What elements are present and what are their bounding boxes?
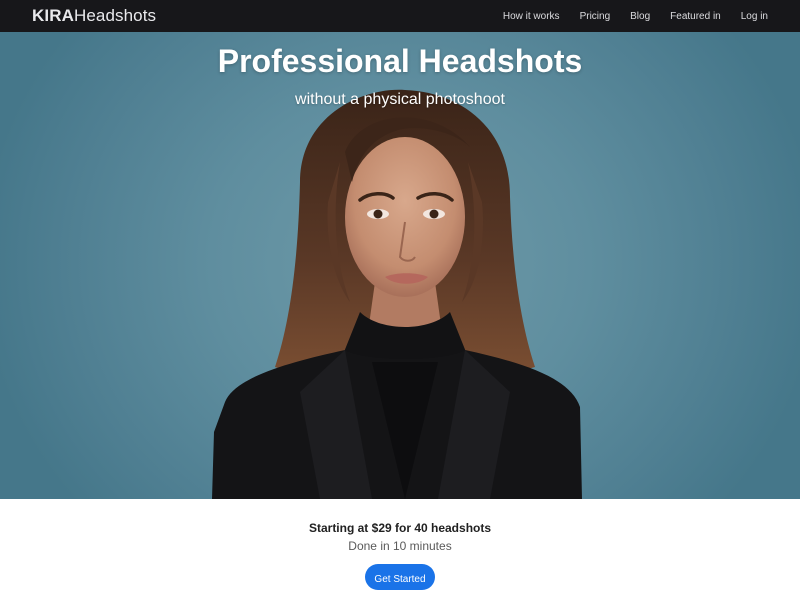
nav-log-in[interactable]: Log in <box>741 11 768 22</box>
nav-links: How it works Pricing Blog Featured in Lo… <box>483 11 768 22</box>
hero-title: Professional Headshots <box>217 43 583 79</box>
nav-featured-in[interactable]: Featured in <box>670 11 721 22</box>
hero-subtitle: without a physical photoshoot <box>295 91 505 108</box>
nav-how-it-works[interactable]: How it works <box>503 11 560 22</box>
brand-rest: Headshots <box>73 6 157 25</box>
nav-blog[interactable]: Blog <box>630 11 650 22</box>
hero-section: Professional Headshots without a physica… <box>0 32 800 499</box>
offer-section: Starting at $29 for 40 headshots Done in… <box>0 499 800 590</box>
brand-logo[interactable]: KIRAHeadshots <box>32 6 156 26</box>
nav-pricing[interactable]: Pricing <box>580 11 611 22</box>
brand-bold: KIRA <box>32 6 74 25</box>
top-navbar: KIRAHeadshots How it works Pricing Blog … <box>0 0 800 32</box>
price-line: Starting at $29 for 40 headshots <box>308 521 492 535</box>
get-started-button[interactable]: Get Started <box>365 564 435 590</box>
eta-line: Done in 10 minutes <box>348 539 452 553</box>
